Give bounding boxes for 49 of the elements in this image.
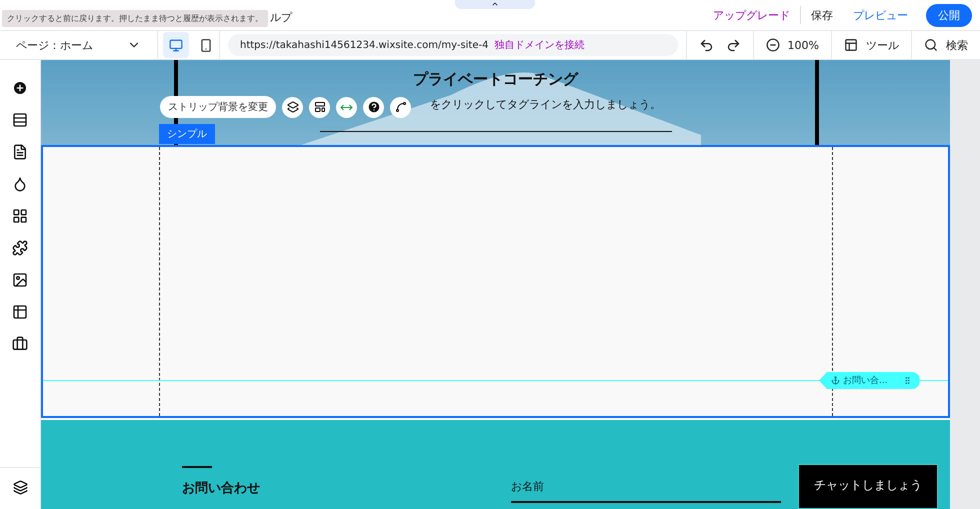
- tooltip: クリックすると前に戻ります。押したまま待つと履歴が表示されます。: [2, 10, 268, 26]
- add-icon[interactable]: [12, 80, 28, 96]
- name-field[interactable]: お名前: [511, 479, 781, 503]
- stretch-button[interactable]: [336, 96, 357, 118]
- contact-heading: お問い合わせ: [182, 480, 261, 498]
- table-icon[interactable]: [12, 304, 28, 320]
- layers-icon: [286, 101, 298, 113]
- change-background-button[interactable]: ストリップ背景を変更: [160, 96, 276, 118]
- zoom-out-icon[interactable]: [766, 38, 780, 52]
- menu-item[interactable]: ルプ: [270, 10, 292, 24]
- hero-tagline[interactable]: をクリックしてタグラインを入力しましょう。: [430, 97, 661, 112]
- desktop-icon[interactable]: [169, 38, 183, 52]
- strip-label: シンプル: [159, 124, 215, 144]
- sections-icon[interactable]: [12, 112, 28, 128]
- image-icon[interactable]: [12, 272, 28, 288]
- save-link[interactable]: 保存: [801, 8, 843, 22]
- search-icon[interactable]: [924, 38, 938, 52]
- url-field[interactable]: https://takahashi14561234.wixsite.com/my-site-4 独自ドメインを接続: [228, 34, 678, 56]
- help-icon: [366, 100, 380, 114]
- redo-icon[interactable]: [726, 38, 741, 52]
- zoom-level[interactable]: 100%: [788, 38, 819, 52]
- curve-icon: [394, 101, 406, 113]
- chat-button[interactable]: チャットしましょう: [798, 464, 938, 509]
- search-label[interactable]: 検索: [946, 38, 968, 52]
- layout-button[interactable]: [309, 96, 330, 118]
- apps-icon[interactable]: [12, 208, 28, 224]
- drag-handle-icon[interactable]: [902, 376, 912, 385]
- preview-link[interactable]: プレビュー: [843, 8, 918, 22]
- tools-menu[interactable]: ツール: [866, 38, 899, 52]
- device-toggle[interactable]: [163, 32, 189, 58]
- layout-icon: [314, 101, 326, 113]
- briefcase-icon[interactable]: [12, 336, 28, 352]
- upgrade-link[interactable]: アップグレード: [703, 8, 800, 22]
- publish-button[interactable]: 公開: [926, 4, 972, 26]
- hero-title[interactable]: プライベートコーチング: [413, 70, 578, 89]
- arrange-button[interactable]: [282, 96, 303, 118]
- chevron-up-icon: [491, 0, 499, 8]
- anchor-icon: [831, 376, 840, 385]
- tools-icon[interactable]: [844, 38, 858, 52]
- anchor-tag[interactable]: お問い合...: [819, 372, 920, 389]
- undo-icon[interactable]: [698, 38, 714, 52]
- layers-icon[interactable]: [12, 480, 28, 495]
- mobile-icon[interactable]: [199, 38, 213, 52]
- anchor-label: お問い合...: [843, 374, 888, 387]
- connect-domain-link[interactable]: 独自ドメインを接続: [494, 38, 584, 52]
- selected-strip[interactable]: お問い合...: [41, 145, 950, 418]
- puzzle-icon[interactable]: [12, 240, 28, 256]
- collapse-handle[interactable]: [455, 0, 535, 9]
- help-button[interactable]: [363, 96, 384, 118]
